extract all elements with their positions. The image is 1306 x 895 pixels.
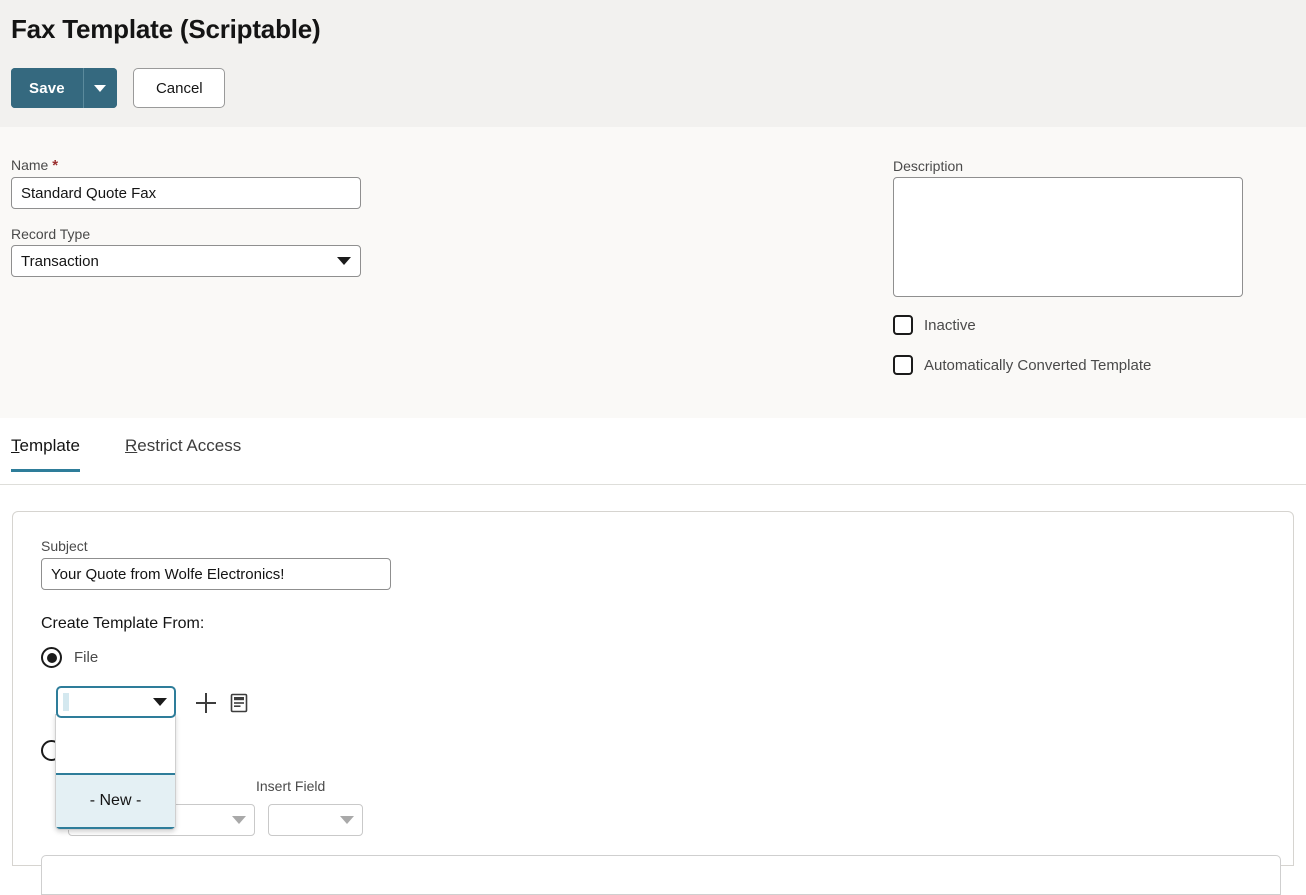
- inactive-label: Inactive: [924, 316, 976, 334]
- record-type-value: Transaction: [21, 252, 99, 270]
- auto-converted-checkbox-row: Automatically Converted Template: [893, 355, 1151, 375]
- required-marker: *: [52, 157, 59, 174]
- chevron-down-icon: [94, 84, 107, 92]
- radio-file-label: File: [74, 649, 99, 666]
- plus-icon[interactable]: [195, 692, 217, 714]
- tab-bar: Template Restrict Access: [0, 418, 1306, 485]
- record-type-label: Record Type: [11, 226, 91, 242]
- insert-field-select[interactable]: [268, 804, 363, 836]
- name-label-text: Name: [11, 157, 49, 173]
- dropdown-separator-bottom: [56, 827, 175, 829]
- cancel-button[interactable]: Cancel: [133, 68, 226, 108]
- create-template-from-label: Create Template From:: [41, 615, 205, 632]
- description-label: Description: [893, 158, 964, 174]
- subject-label: Subject: [41, 538, 88, 554]
- chevron-down-icon: [153, 698, 167, 706]
- insert-field-label: Insert Field: [256, 778, 326, 794]
- page-header: Fax Template (Scriptable) Save Cancel: [0, 0, 1306, 127]
- inactive-checkbox-row: Inactive: [893, 315, 976, 335]
- tab-template-label: emplate: [19, 436, 80, 455]
- tab-restrict-label: estrict Access: [137, 436, 242, 455]
- file-select-dropdown[interactable]: - New -: [55, 714, 176, 830]
- file-select[interactable]: [56, 686, 176, 718]
- text-selection-highlight: [63, 693, 69, 711]
- dropdown-option-blank[interactable]: [56, 715, 175, 773]
- chevron-down-icon: [337, 257, 351, 265]
- name-label: Name *: [11, 157, 58, 174]
- subject-input[interactable]: [41, 558, 391, 590]
- document-list-icon[interactable]: [228, 692, 250, 714]
- tab-template-accesskey: T: [11, 436, 20, 455]
- dropdown-option-new[interactable]: - New -: [56, 775, 175, 827]
- radio-file[interactable]: [41, 647, 62, 668]
- header-action-buttons: Save Cancel: [11, 68, 226, 108]
- chevron-down-icon: [232, 816, 246, 824]
- save-button[interactable]: Save: [11, 68, 83, 108]
- record-form-section: Name * Record Type Transaction Descripti…: [0, 127, 1306, 418]
- tab-restrict-accesskey: R: [125, 436, 138, 455]
- tab-restrict-access[interactable]: Restrict Access: [125, 436, 241, 472]
- auto-converted-label: Automatically Converted Template: [924, 356, 1152, 374]
- save-split-button: Save: [11, 68, 117, 108]
- page-title: Fax Template (Scriptable): [11, 14, 321, 44]
- radio-row-file: File: [41, 647, 98, 668]
- record-type-select[interactable]: Transaction: [11, 245, 361, 277]
- tab-template[interactable]: Template: [11, 436, 80, 472]
- inactive-checkbox[interactable]: [893, 315, 913, 335]
- template-panel: Subject Create Template From: File - New…: [12, 511, 1294, 895]
- save-dropdown-toggle[interactable]: [82, 68, 117, 108]
- chevron-down-icon: [340, 816, 354, 824]
- name-input[interactable]: [11, 177, 361, 209]
- auto-converted-checkbox[interactable]: [893, 355, 913, 375]
- description-textarea[interactable]: [893, 177, 1243, 297]
- rich-text-editor-toolbar[interactable]: [41, 855, 1281, 895]
